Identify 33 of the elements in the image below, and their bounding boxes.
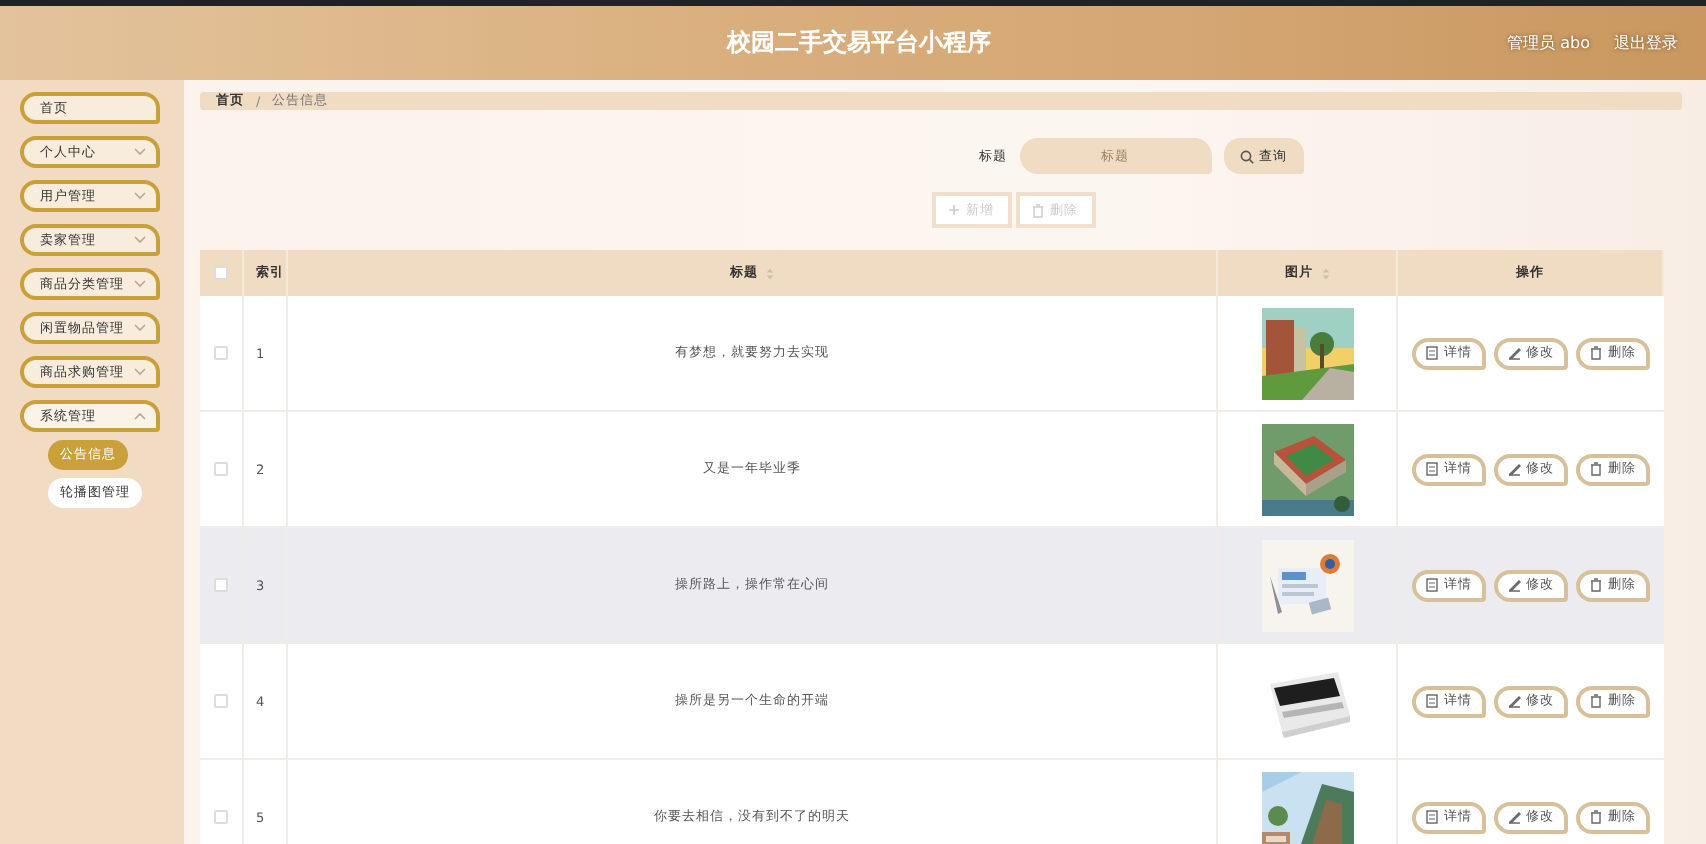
pencil-icon bbox=[1508, 462, 1522, 476]
pencil-icon bbox=[1508, 346, 1522, 360]
pencil-icon bbox=[1508, 578, 1522, 592]
pencil-icon bbox=[1508, 694, 1522, 708]
document-icon bbox=[1426, 810, 1440, 824]
chevron-icon bbox=[134, 412, 146, 420]
row-checkbox[interactable] bbox=[214, 462, 228, 476]
chevron-icon bbox=[134, 324, 146, 332]
trash-icon bbox=[1590, 462, 1604, 476]
trash-icon bbox=[1590, 346, 1604, 360]
trash-icon bbox=[1032, 203, 1044, 217]
chevron-icon bbox=[134, 148, 146, 156]
chevron-icon bbox=[134, 236, 146, 244]
row-checkbox[interactable] bbox=[214, 578, 228, 592]
pencil-icon bbox=[1508, 810, 1522, 824]
document-icon bbox=[1426, 578, 1440, 592]
app-title: 校园二手交易平台小程序 bbox=[727, 26, 991, 60]
trash-icon bbox=[1590, 578, 1604, 592]
document-icon bbox=[1426, 346, 1440, 360]
chevron-icon bbox=[134, 368, 146, 376]
trash-icon bbox=[1590, 694, 1604, 708]
user-label: 管理员 abo bbox=[1507, 32, 1590, 54]
row-checkbox[interactable] bbox=[214, 810, 228, 824]
row-checkbox[interactable] bbox=[214, 694, 228, 708]
chevron-icon bbox=[134, 280, 146, 288]
document-icon bbox=[1426, 694, 1440, 708]
document-icon bbox=[1426, 462, 1440, 476]
search-icon bbox=[1239, 149, 1253, 163]
row-checkbox[interactable] bbox=[214, 346, 228, 360]
trash-icon bbox=[1590, 810, 1604, 824]
chevron-icon bbox=[134, 192, 146, 200]
plus-icon bbox=[948, 204, 960, 216]
select-all-checkbox[interactable] bbox=[214, 266, 228, 280]
